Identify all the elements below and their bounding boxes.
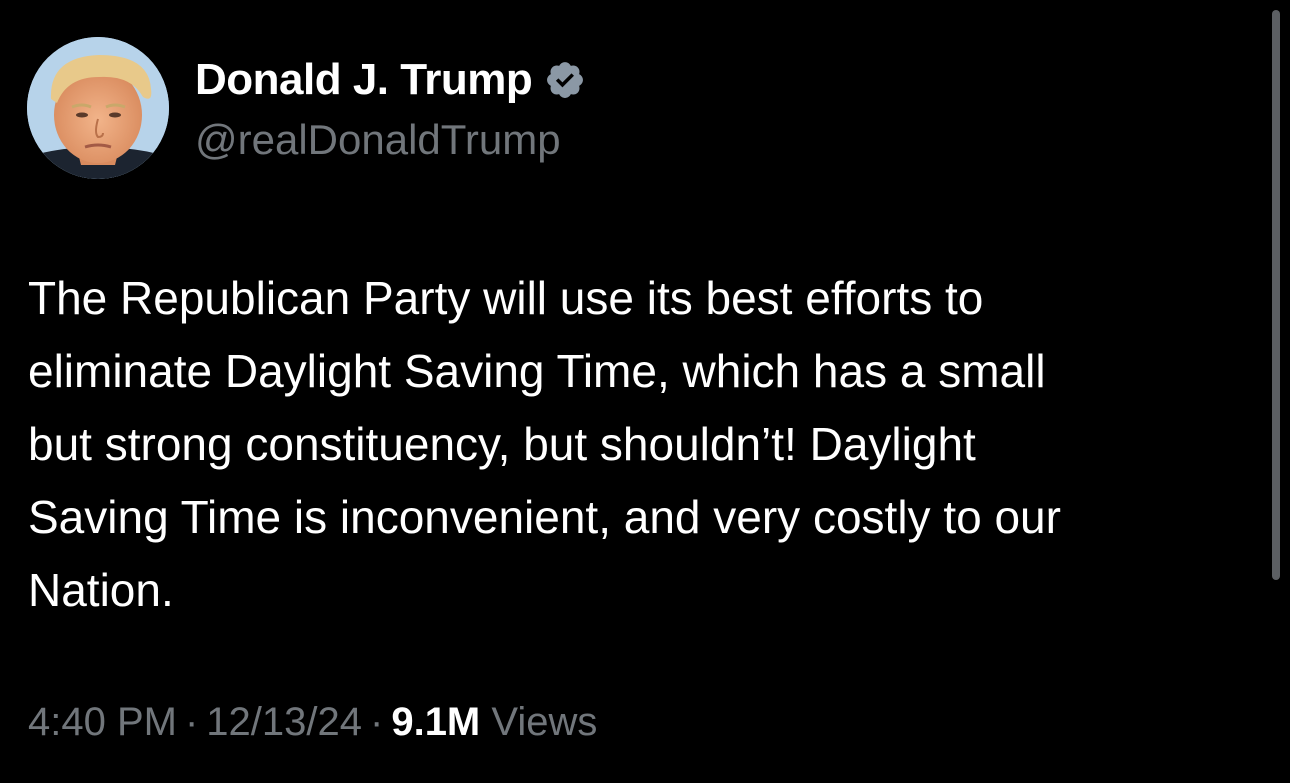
handle[interactable]: @realDonaldTrump — [195, 116, 586, 164]
tweet: Donald J. Trump @realDonaldTrump The Rep… — [0, 0, 1290, 783]
views-label: Views — [491, 700, 598, 744]
avatar[interactable] — [27, 37, 169, 179]
tweet-metadata: 4:40 PM · 12/13/24 · 9.1M Views — [28, 700, 597, 745]
avatar-portrait-image — [27, 37, 169, 179]
name-row: Donald J. Trump — [195, 52, 586, 108]
views-count[interactable]: 9.1M — [391, 700, 480, 744]
verified-badge-icon[interactable] — [544, 59, 586, 101]
scrollbar[interactable] — [1272, 10, 1280, 580]
tweet-time[interactable]: 4:40 PM — [28, 700, 177, 744]
separator: · — [370, 700, 384, 744]
tweet-text: The Republican Party will use its best e… — [28, 272, 1061, 616]
display-name[interactable]: Donald J. Trump — [195, 55, 533, 105]
tweet-date[interactable]: 12/13/24 — [206, 700, 362, 744]
author-block: Donald J. Trump @realDonaldTrump — [195, 52, 586, 164]
separator: · — [184, 700, 199, 744]
